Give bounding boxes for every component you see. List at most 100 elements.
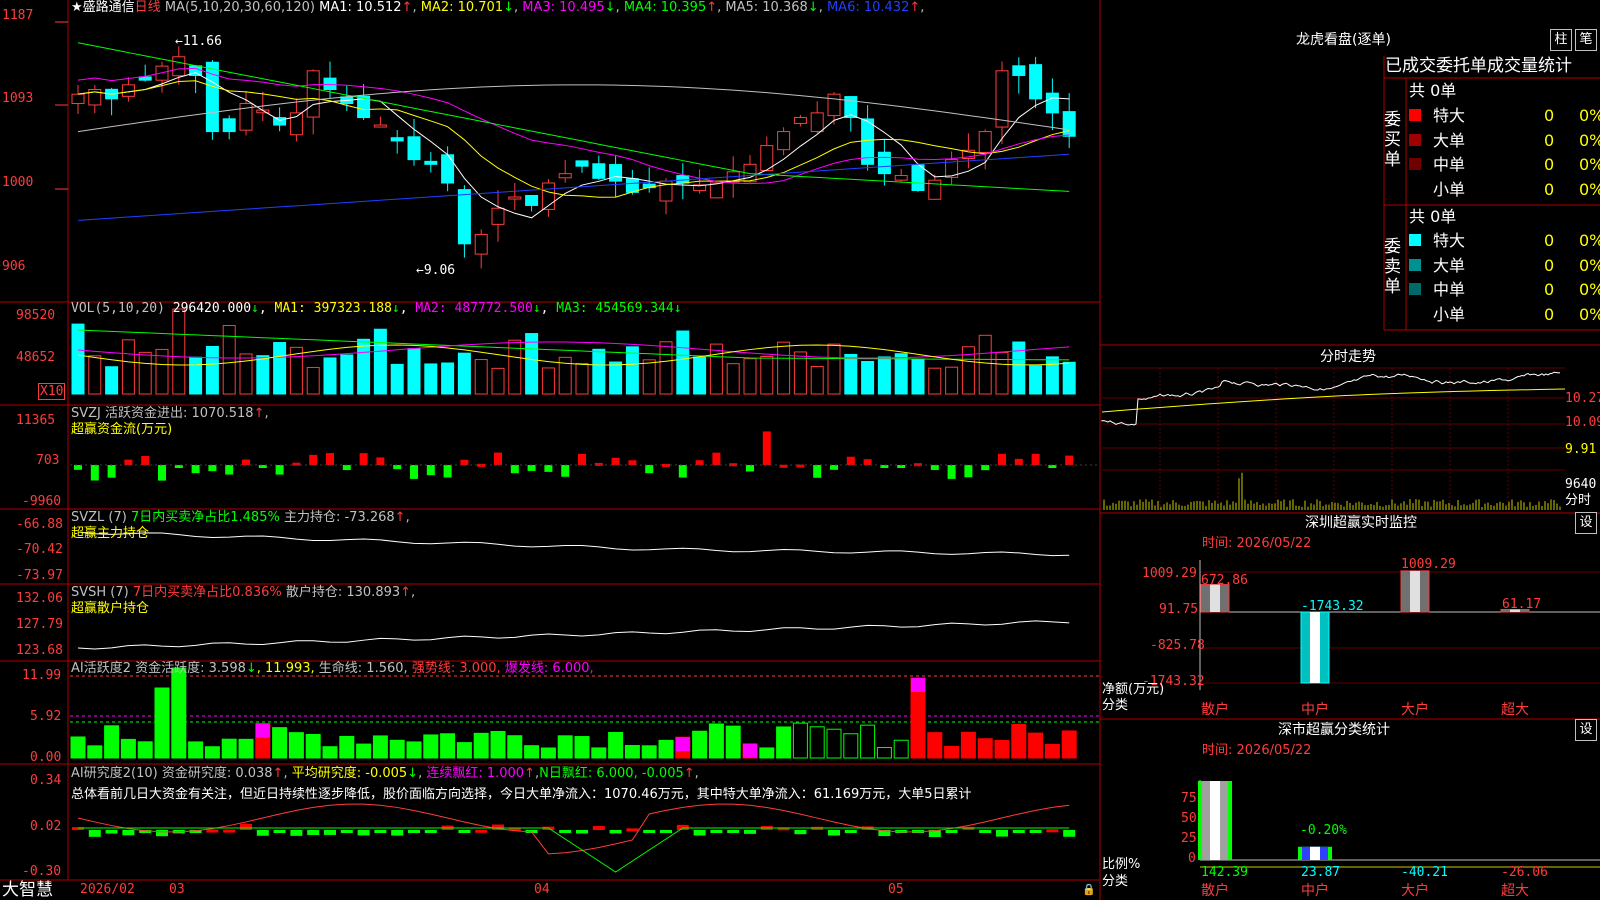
volume-bar (676, 330, 690, 395)
activity-bar (1028, 732, 1044, 759)
bar-value-label: 672.86 (1201, 573, 1248, 588)
ylabel: -73.97 (16, 568, 63, 583)
arrow-down-icon: ↓ (807, 0, 819, 15)
category-tick: 中户 (1301, 702, 1329, 718)
research-bar (206, 829, 219, 833)
activity-bar (641, 745, 657, 759)
research-bar (660, 830, 672, 833)
activity-bar (725, 725, 741, 759)
candle-body (995, 70, 1009, 128)
lock-icon[interactable]: 🔒 (1082, 882, 1096, 898)
category-label: 分类 (1102, 874, 1129, 889)
ylabel: 127.79 (16, 617, 63, 632)
activity-bar (557, 735, 573, 759)
research-bar (945, 830, 958, 833)
category-tick: 超大 (1501, 883, 1529, 899)
research-bar (273, 830, 286, 833)
net-flow-bar-highlight (1310, 612, 1320, 683)
fund-flow-bar (712, 452, 721, 465)
intraday-title: 分时走势 (1320, 349, 1376, 365)
order-count: 0 (1544, 155, 1555, 174)
activity-bar (288, 732, 304, 759)
activity-bar (120, 738, 136, 759)
fund-flow-bar (695, 460, 704, 465)
candle-body (491, 207, 505, 225)
fund-flow-bar (359, 453, 368, 465)
order-count: 0 (1544, 280, 1555, 299)
fund-flow-bar (628, 460, 637, 465)
candle-body (1012, 65, 1026, 76)
fund-flow-bar (74, 465, 82, 470)
research-bar (475, 829, 488, 833)
ylabel: -66.88 (16, 517, 63, 532)
volume-bar (777, 341, 791, 395)
fund-flow-bar (998, 453, 1006, 465)
ylabel: 1187 (2, 8, 34, 23)
volume-bar (760, 355, 774, 395)
volume-bar (1012, 341, 1026, 395)
ratio-bar-highlight (1310, 846, 1320, 860)
volume-bar (1045, 356, 1059, 395)
fund-flow-bar (460, 459, 469, 465)
activity-bar (608, 732, 624, 759)
activity-bar (456, 742, 472, 759)
activity-bar (272, 727, 288, 759)
order-pct: 0% (1579, 106, 1600, 125)
order-type: 特大 (1433, 231, 1466, 250)
sz-stats-settings-button[interactable]: 设 (1575, 719, 1597, 741)
activity-bar (356, 743, 372, 759)
volume-bar (978, 334, 992, 395)
order-pct: 0% (1579, 179, 1600, 199)
candle-body (474, 233, 488, 255)
category-tick: 中户 (1301, 883, 1329, 899)
fund-flow-bar (930, 465, 939, 470)
ratio-value-label: -40.21 (1401, 865, 1448, 880)
favorite-star-icon[interactable]: ★ (71, 0, 83, 15)
activity-bar (188, 741, 204, 759)
n-day-red-value: N日飘红: 6.000, -0.005 (539, 766, 684, 781)
research-bar (105, 830, 118, 834)
activity-bar (977, 738, 993, 759)
svzj-value: SVZJ 活跃资金进出: 1070.518 (71, 406, 254, 421)
research-bar (1029, 830, 1042, 833)
research-bar (794, 830, 807, 835)
sz-monitor-settings-button[interactable]: 设 (1575, 512, 1597, 534)
fund-flow-bar (141, 455, 150, 465)
candle-body (575, 160, 589, 167)
activity-bar (70, 736, 86, 759)
ylabel: 25 (1181, 831, 1197, 846)
volume-bar (827, 343, 841, 395)
date-tick: 03 (169, 882, 185, 897)
sz-stats-bars (1198, 780, 1600, 868)
avg-research-value: 平均研究度: -0.005 (291, 766, 408, 781)
ylabel: 0.34 (30, 773, 62, 788)
period-label[interactable]: 日线 (135, 0, 161, 15)
bar-mode-button[interactable]: 柱 (1550, 29, 1572, 51)
buy-total: 共 0单 (1409, 81, 1457, 100)
candle-body (777, 131, 791, 151)
arrow-up-icon: ↑ (401, 0, 413, 15)
activity-bar (1061, 730, 1077, 759)
order-row: 小单 0 0% (1409, 305, 1600, 325)
research-bar (576, 830, 588, 834)
vol-ma1: MA1: 397323.188 (274, 301, 392, 316)
ai-research-value: AI研究度2(10) 资金研究度: 0.038 (71, 766, 273, 781)
fund-flow-bar (1065, 455, 1074, 465)
activity-bar (305, 733, 321, 759)
volume-chart (71, 308, 1076, 395)
research-line-green (78, 827, 1070, 873)
svsh-chart (77, 620, 1070, 650)
fund-flow-bar (309, 454, 318, 465)
volume-bar (945, 366, 959, 395)
vol-ma2: MA2: 487772.500 (415, 301, 533, 316)
ylabel: 98520 (16, 308, 56, 323)
activity-bar (809, 726, 825, 759)
candle-body (978, 131, 992, 153)
tick-mode-button[interactable]: 笔 (1575, 29, 1597, 51)
research-bar (844, 830, 857, 833)
fund-flow-bar (326, 453, 334, 465)
brand-logo[interactable]: 大智慧 (2, 880, 53, 900)
burst-line-value: 爆发线: 6.000, (504, 661, 594, 676)
category-tick: 大户 (1401, 702, 1429, 718)
ratio-value-label: 142.39 (1201, 865, 1248, 880)
